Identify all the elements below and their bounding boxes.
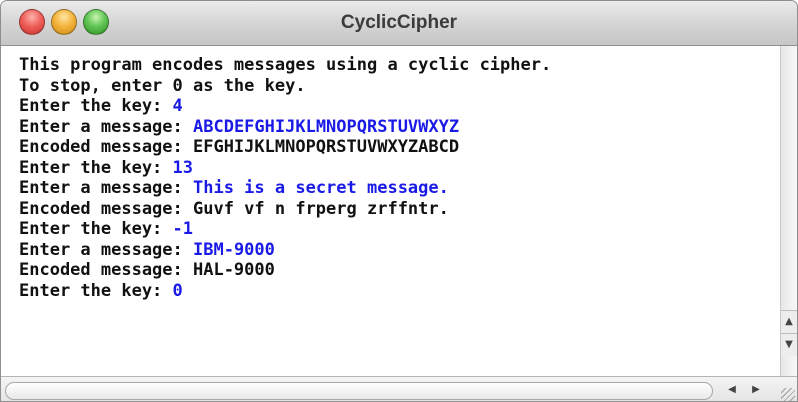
- console-line: Enter the key: -1: [19, 219, 782, 240]
- console-line: To stop, enter 0 as the key.: [19, 76, 782, 97]
- prompt-text: To stop, enter 0 as the key.: [19, 75, 306, 96]
- user-input-text: 13: [172, 157, 194, 178]
- down-arrow-icon[interactable]: ▼: [781, 333, 797, 356]
- console-line: Encoded message: EFGHIJKLMNOPQRSTUVWXYZA…: [19, 137, 782, 158]
- console-line: Enter the key: 0: [19, 281, 782, 302]
- prompt-text: Enter a message:: [19, 239, 193, 260]
- console-window: CyclicCipher This program encodes messag…: [0, 0, 798, 402]
- console-line: Encoded message: Guvf vf n frperg zrffnt…: [19, 199, 782, 220]
- console-line: Enter a message: This is a secret messag…: [19, 178, 782, 199]
- prompt-text: Enter a message:: [19, 178, 193, 198]
- resize-grip-icon[interactable]: [781, 388, 795, 401]
- vertical-scrollbar[interactable]: ▲ ▼: [780, 46, 797, 376]
- left-arrow-icon[interactable]: ◀: [723, 381, 741, 399]
- user-input-text: This is a secret message.: [193, 178, 449, 198]
- prompt-text: Enter a message:: [19, 116, 193, 137]
- right-arrow-icon[interactable]: ▶: [747, 381, 765, 399]
- console-line: Encoded message: HAL-9000: [19, 260, 782, 281]
- prompt-text: Encoded message: Guvf vf n frperg zrffnt…: [19, 198, 449, 219]
- horizontal-scrollbar[interactable]: ◀ ▶: [1, 376, 797, 401]
- console-line: This program encodes messages using a cy…: [19, 55, 782, 76]
- window-title: CyclicCipher: [340, 12, 458, 33]
- user-input-text: 0: [172, 280, 183, 301]
- user-input-text: -1: [172, 219, 194, 239]
- prompt-text: This program encodes messages using a cy…: [19, 55, 552, 75]
- console-line: Enter the key: 13: [19, 158, 782, 179]
- prompt-text: Enter the key:: [19, 280, 173, 301]
- up-arrow-icon[interactable]: ▲: [781, 310, 797, 333]
- prompt-text: Enter the key:: [19, 96, 173, 116]
- user-input-text: 4: [172, 96, 183, 116]
- prompt-text: Enter the key:: [19, 219, 173, 239]
- console-output[interactable]: This program encodes messages using a cy…: [1, 46, 782, 376]
- title-bar[interactable]: CyclicCipher: [1, 1, 797, 46]
- console-line: Enter the key: 4: [19, 96, 782, 117]
- user-input-text: ABCDEFGHIJKLMNOPQRSTUVWXYZ: [193, 116, 460, 137]
- prompt-text: Encoded message: HAL-9000: [19, 260, 275, 280]
- prompt-text: Enter the key:: [19, 157, 173, 178]
- horizontal-scroll-track[interactable]: [5, 382, 713, 400]
- console-line: Enter a message: ABCDEFGHIJKLMNOPQRSTUVW…: [19, 117, 782, 138]
- prompt-text: Encoded message: EFGHIJKLMNOPQRSTUVWXYZA…: [19, 137, 460, 157]
- user-input-text: IBM-9000: [193, 239, 275, 260]
- console-line: Enter a message: IBM-9000: [19, 240, 782, 261]
